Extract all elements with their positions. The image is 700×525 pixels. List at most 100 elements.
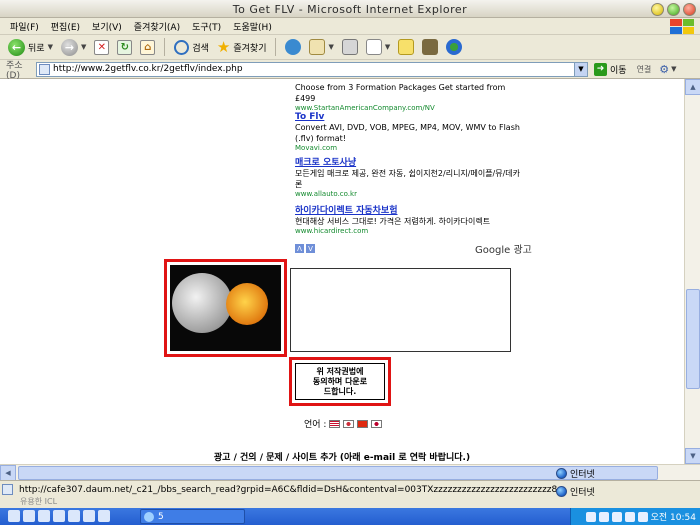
stop-icon: ✕ — [94, 39, 110, 55]
favorites-button[interactable]: ★ 즐겨찾기 — [215, 37, 269, 57]
status-overlap-text: 유용한 ICL — [20, 497, 58, 506]
maximize-button[interactable] — [667, 3, 680, 16]
menu-help[interactable]: 도움말(H) — [227, 20, 278, 33]
stop-button[interactable]: ✕ — [92, 37, 111, 57]
tray-icon[interactable] — [585, 511, 596, 522]
minimize-button[interactable] — [651, 3, 664, 16]
ad-item[interactable]: To Flv Convert AVI, DVD, VOB, MPEG, MP4,… — [295, 112, 525, 152]
toolbar-divider — [164, 38, 166, 56]
quick-launch-icon[interactable] — [38, 510, 50, 522]
ie-icon — [144, 511, 154, 522]
forward-button[interactable]: → ▼ — [59, 37, 88, 57]
scroll-down-icon[interactable]: ▼ — [685, 448, 700, 464]
highlighted-download: 위 저작권법에 동의하며 다운로 드합니다. — [289, 357, 391, 406]
ad-url[interactable]: www.allauto.co.kr — [295, 190, 525, 198]
address-input[interactable]: http://www.2getflv.co.kr/2getflv/index.p… — [36, 61, 588, 77]
ad-title[interactable]: 하이카다이렉트 자동차보험 — [295, 203, 525, 216]
menu-edit[interactable]: 편집(E) — [45, 20, 86, 33]
tray-icon[interactable] — [611, 511, 622, 522]
page-icon — [39, 63, 50, 75]
scroll-left-icon[interactable]: ◀ — [0, 465, 16, 481]
status-bar: http://cafe307.daum.net/_c21_/bbs_search… — [0, 480, 700, 508]
japan-flag-icon[interactable] — [371, 419, 383, 428]
video-thumbnail[interactable] — [170, 265, 281, 351]
chevron-down-icon[interactable]: ▼ — [48, 43, 53, 51]
tray-icon[interactable] — [624, 511, 635, 522]
discuss-button[interactable] — [396, 37, 416, 57]
flv-url-textarea[interactable] — [290, 268, 511, 352]
search-button[interactable]: 검색 — [172, 37, 211, 57]
address-dropdown-icon[interactable]: ▼ — [574, 62, 587, 76]
chevron-down-icon[interactable]: ▼ — [81, 43, 86, 51]
ad-url[interactable]: www.hicardirect.com — [295, 227, 525, 235]
quick-launch-icon[interactable] — [23, 510, 35, 522]
mail-button[interactable]: ▼ — [307, 37, 335, 57]
ad-prev-icon[interactable]: Λ — [295, 244, 304, 253]
toolbar: ← 뒤로 ▼ → ▼ ✕ ↻ ⌂ 검색 ★ 즐겨찾기 ▼ ▼ — [0, 35, 700, 60]
research-button[interactable] — [420, 37, 440, 57]
clock[interactable]: 오전 10:54 — [651, 510, 696, 523]
chevron-down-icon[interactable]: ▼ — [671, 65, 676, 73]
highlighted-thumbnail — [164, 259, 287, 357]
quick-launch-icon[interactable] — [53, 510, 65, 522]
download-line: 동의하며 다운로 — [312, 377, 368, 386]
toolbar-divider — [275, 38, 277, 56]
tray-icon[interactable] — [637, 511, 648, 522]
taskbar: 5 오전 10:54 — [0, 508, 700, 525]
scroll-up-icon[interactable]: ▲ — [685, 79, 700, 95]
home-button[interactable]: ⌂ — [138, 37, 157, 57]
quick-launch-icon[interactable] — [98, 510, 110, 522]
extension-icon[interactable]: ⚙ — [659, 63, 669, 76]
ad-item[interactable]: Choose from 3 Formation Packages Get sta… — [295, 79, 525, 112]
ad-url[interactable]: Movavi.com — [295, 144, 525, 152]
quick-launch-icon[interactable] — [83, 510, 95, 522]
star-icon: ★ — [216, 38, 231, 56]
zone-label: 인터넷 — [570, 470, 595, 480]
menu-tools[interactable]: 도구(T) — [186, 20, 227, 33]
tray-icon[interactable] — [598, 511, 609, 522]
menu-file[interactable]: 파일(F) — [4, 20, 45, 33]
forward-arrow-icon: → — [60, 38, 78, 56]
horizontal-scrollbar[interactable]: ◀ 인터넷 — [0, 464, 700, 481]
search-label: 검색 — [192, 43, 209, 54]
menu-view[interactable]: 보기(V) — [86, 20, 128, 33]
quick-launch-icon[interactable] — [8, 510, 20, 522]
go-button[interactable]: ➜ 이동 — [594, 62, 627, 76]
chevron-down-icon[interactable]: ▼ — [385, 43, 390, 51]
china-flag-icon[interactable] — [357, 419, 369, 428]
ad-url[interactable]: www.StartanAmericanCompany.com/NV — [295, 104, 525, 112]
zone-indicator: 인터넷 — [556, 467, 595, 480]
close-button[interactable] — [683, 3, 696, 16]
note-icon — [398, 39, 415, 55]
print-icon — [341, 39, 358, 55]
vertical-scrollbar[interactable]: ▲ ▼ — [684, 79, 700, 464]
korea-flag-icon[interactable] — [343, 419, 355, 428]
contact-note: 광고 / 건의 / 문제 / 사이트 추가 (아래 e-mail 로 연락 바랍… — [213, 453, 471, 463]
ad-next-icon[interactable]: V — [306, 244, 315, 253]
go-label: 이동 — [610, 65, 627, 76]
links-label[interactable]: 연결 — [637, 64, 652, 75]
status-zone-label: 인터넷 — [570, 488, 595, 498]
ad-item[interactable]: 하이카다이렉트 자동차보험 현대해상 서비스 그대로! 가격은 저렴하게. 하이… — [295, 203, 525, 235]
menu-favorites[interactable]: 즐겨찾기(A) — [128, 20, 186, 33]
history-button[interactable] — [283, 37, 303, 57]
history-icon — [285, 39, 302, 55]
messenger-button[interactable] — [444, 37, 464, 57]
taskbar-group-button[interactable]: 5 — [140, 509, 245, 524]
quick-launch-icon[interactable] — [68, 510, 80, 522]
print-button[interactable] — [340, 37, 360, 57]
scroll-thumb[interactable] — [686, 289, 700, 389]
agree-download-button[interactable]: 위 저작권법에 동의하며 다운로 드합니다. — [295, 363, 385, 400]
address-url[interactable]: http://www.2getflv.co.kr/2getflv/index.p… — [53, 64, 243, 74]
ad-title[interactable]: 매크로 오토사냥 — [295, 155, 525, 168]
favorites-label: 즐겨찾기 — [233, 43, 267, 54]
ad-title[interactable]: To Flv — [295, 112, 525, 122]
ad-item[interactable]: 매크로 오토사냥 모든게임 매크로 제공, 완전 자동, 쉽이지천2/리니지/메… — [295, 155, 525, 198]
back-button[interactable]: ← 뒤로 ▼ — [6, 37, 55, 57]
refresh-button[interactable]: ↻ — [115, 37, 134, 57]
edit-button[interactable]: ▼ — [364, 37, 392, 57]
us-flag-icon[interactable] — [329, 419, 341, 428]
chevron-down-icon[interactable]: ▼ — [328, 43, 333, 51]
ad-description: Choose from 3 Formation Packages Get sta… — [295, 83, 506, 103]
google-ads-label[interactable]: Google 광고 — [475, 241, 532, 256]
